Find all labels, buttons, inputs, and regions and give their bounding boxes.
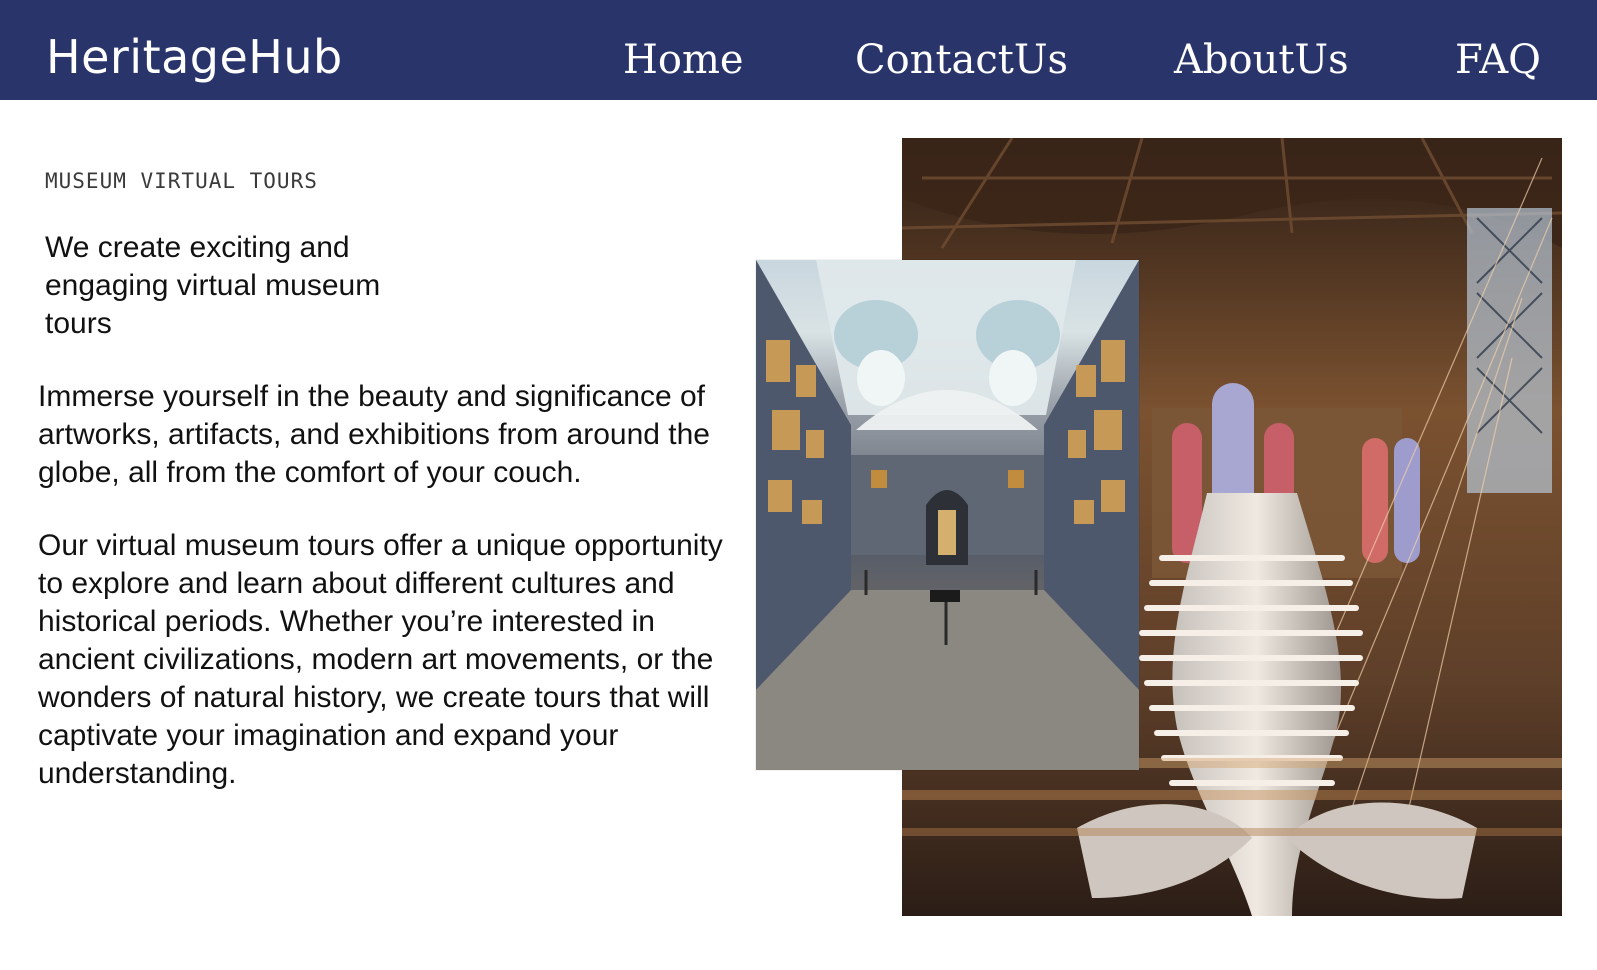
hero-intro-paragraph: Immerse yourself in the beauty and signi… <box>38 380 710 489</box>
section-eyebrow: MUSEUM VIRTUAL TOURS <box>45 169 318 193</box>
nav-link-faq[interactable]: FAQ <box>1455 40 1541 80</box>
hero-detail-paragraph: Our virtual museum tours offer a unique … <box>38 529 723 790</box>
top-navigation-bar: HeritageHub Home ContactUs AboutUs FAQ <box>0 0 1597 100</box>
nav-link-contact-us[interactable]: ContactUs <box>855 40 1068 80</box>
brand-logo[interactable]: HeritageHub <box>46 34 343 80</box>
nav-link-about-us[interactable]: AboutUs <box>1174 40 1349 80</box>
hero-headline: We create exciting and engaging virtual … <box>45 231 381 340</box>
art-gallery-image <box>756 260 1139 770</box>
nav-link-home[interactable]: Home <box>623 40 744 80</box>
